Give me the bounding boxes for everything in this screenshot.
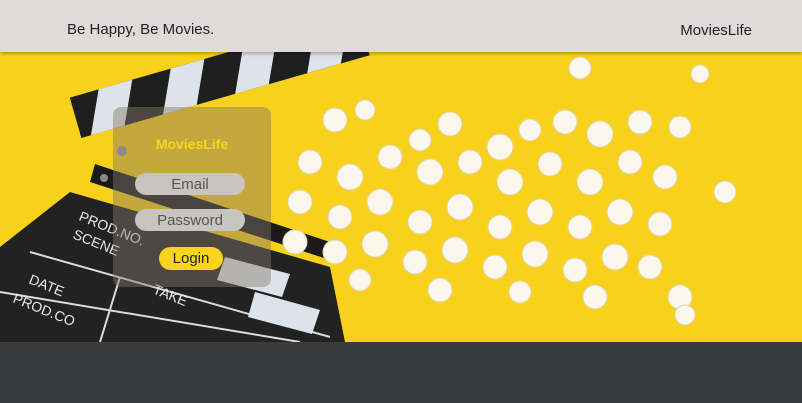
email-field[interactable] (135, 173, 245, 195)
brand-link[interactable]: MoviesLife (680, 22, 752, 39)
tagline: Be Happy, Be Movies. (67, 21, 215, 38)
login-button[interactable]: Login (159, 247, 223, 270)
top-navigation-bar: Be Happy, Be Movies. MoviesLife (0, 0, 802, 52)
password-field[interactable] (135, 209, 245, 231)
login-title: MoviesLife (155, 136, 229, 152)
login-panel: MoviesLife Login (113, 107, 271, 287)
footer (0, 342, 802, 403)
popcorn-image (282, 56, 737, 326)
